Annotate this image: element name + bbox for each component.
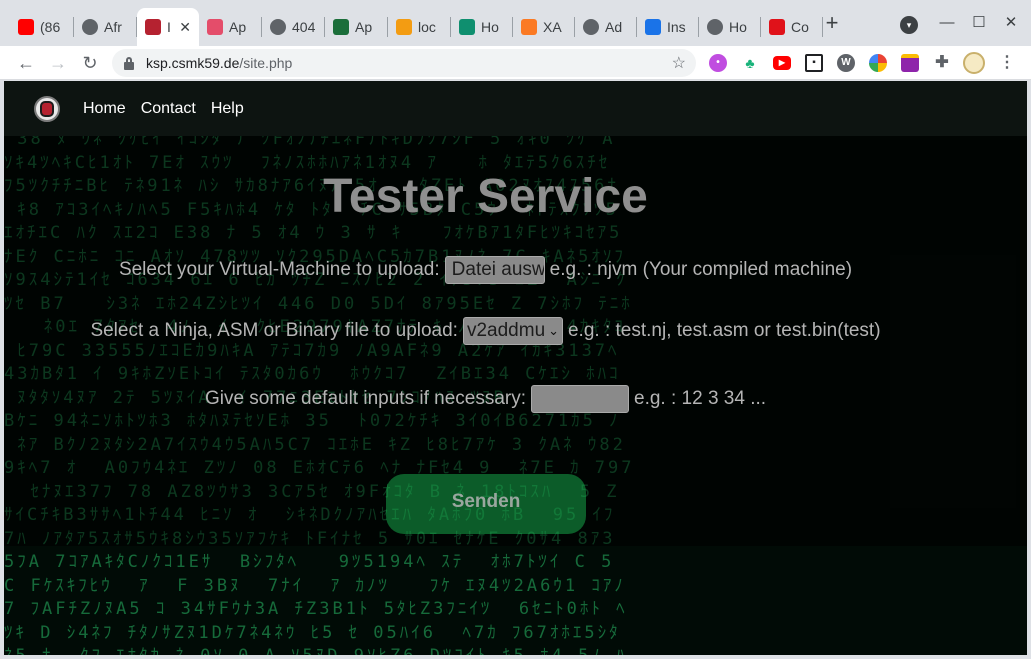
vm-file-input[interactable]: Datei ausw xyxy=(444,256,545,284)
vm-upload-hint: e.g. : njvm (Your compiled machine) xyxy=(549,259,853,280)
extension-wordpress-icon[interactable]: W xyxy=(837,54,855,72)
loader-icon xyxy=(645,19,661,35)
site-favicon-icon xyxy=(145,19,161,35)
tab-label: Ho xyxy=(729,19,747,35)
tab-label: Ad xyxy=(605,19,623,35)
globe-icon xyxy=(583,19,599,35)
tab-label: Ap xyxy=(229,19,247,35)
forward-button[interactable]: → xyxy=(44,49,72,77)
extension-color-picker-icon[interactable] xyxy=(869,54,887,72)
submit-button[interactable]: Senden xyxy=(386,474,586,534)
android-studio-icon xyxy=(333,19,349,35)
tab-label: XA xyxy=(543,19,562,35)
program-file-selected: v2addmu xyxy=(466,320,546,341)
extension-tree-icon[interactable]: ♣ xyxy=(741,54,759,72)
nav-help-link[interactable]: Help xyxy=(211,100,244,118)
browser-toolbar: ← → ↻ ksp.csmk59.de/site.php ☆ • ♣ ▶ ▪ W… xyxy=(0,46,1031,80)
url-path: /site.php xyxy=(239,55,293,71)
extension-bucket-icon[interactable] xyxy=(901,54,919,72)
window-close-button[interactable]: ✕ xyxy=(998,10,1024,36)
bookmark-star-icon[interactable]: ☆ xyxy=(672,53,686,73)
browser-tab[interactable]: Ap xyxy=(325,8,388,46)
tab-close-icon[interactable]: ✕ xyxy=(179,19,191,36)
browser-tab[interactable]: Co xyxy=(761,8,823,46)
new-tab-button[interactable]: + xyxy=(820,12,844,36)
bottom-overlay xyxy=(4,546,1027,655)
url-host: ksp.csmk59.de xyxy=(146,55,240,71)
vm-upload-label: Select your Virtual-Machine to upload: xyxy=(118,259,440,280)
program-file-hint: e.g. : test.nj, test.asm or test.bin(tes… xyxy=(567,320,881,341)
extension-youtube-icon[interactable]: ▶ xyxy=(773,56,791,70)
phpmyadmin-icon xyxy=(396,19,412,35)
tab-label: I xyxy=(167,19,171,35)
browser-menu-icon[interactable]: ⋮ xyxy=(998,54,1016,72)
tab-label: Ap xyxy=(355,19,373,35)
r-icon xyxy=(769,19,785,35)
browser-tab[interactable]: Ap xyxy=(199,8,262,46)
site-logo[interactable] xyxy=(34,95,60,122)
picture-in-picture-icon[interactable]: ▪ xyxy=(805,54,823,72)
tab-label: Co xyxy=(791,19,809,35)
tab-label: loc xyxy=(418,19,436,35)
chevron-down-icon: ⌄ xyxy=(548,323,559,338)
browser-tab[interactable]: Afr xyxy=(74,8,137,46)
profile-avatar[interactable] xyxy=(963,52,985,74)
nav-contact-link[interactable]: Contact xyxy=(141,100,196,118)
browser-tab[interactable]: Ho xyxy=(451,8,513,46)
web-page: ﾍｽﾊEﾅ9ｴｼｹﾉｳ ﾇ ﾆ4ｹ ｼﾁ9ﾂ7Fｽﾅ3ｼｵﾆ2 ﾇﾇ ﾇｽｷ9 … xyxy=(4,81,1027,655)
back-button[interactable]: ← xyxy=(12,49,40,77)
ut-icon xyxy=(459,19,475,35)
default-inputs-field[interactable] xyxy=(531,385,629,413)
globe-icon xyxy=(707,19,723,35)
vm-upload-row: Select your Virtual-Machine to upload: D… xyxy=(4,256,967,284)
site-navbar: Home Contact Help xyxy=(4,81,1027,136)
default-inputs-hint: e.g. : 12 3 34 ... xyxy=(634,388,767,409)
tab-label: Afr xyxy=(104,19,122,35)
browser-tab[interactable]: 404 xyxy=(262,8,325,46)
tab-label: 404 xyxy=(292,19,316,35)
lock-icon[interactable] xyxy=(122,56,136,70)
apache-icon xyxy=(207,19,223,35)
page-title: Tester Service xyxy=(323,170,648,223)
address-bar[interactable]: ksp.csmk59.de/site.php ☆ xyxy=(112,49,696,77)
browser-tab[interactable]: loc xyxy=(388,8,451,46)
browser-tab[interactable]: I ✕ xyxy=(137,8,199,46)
tab-search-icon[interactable]: ▾ xyxy=(900,16,918,34)
minimize-button[interactable]: — xyxy=(934,10,960,36)
program-file-label: Select a Ninja, ASM or Binary file to up… xyxy=(90,320,458,341)
maximize-button[interactable]: ☐ xyxy=(966,10,992,36)
reload-button[interactable]: ↻ xyxy=(76,49,104,77)
browser-tab[interactable]: (86 xyxy=(10,8,74,46)
tab-strip: (86 Afr I ✕ Ap 404 Ap loc Ho XA Ad Ins Ho Co + ▾ — ☐ … xyxy=(0,0,1031,46)
youtube-icon xyxy=(18,19,34,35)
globe-icon xyxy=(270,19,286,35)
default-inputs-label: Give some default inputs if necessary: xyxy=(204,388,526,409)
tab-label: Ins xyxy=(667,19,686,35)
xampp-icon xyxy=(521,19,537,35)
program-file-row: Select a Ninja, ASM or Binary file to up… xyxy=(4,317,967,345)
tab-label: Ho xyxy=(481,19,499,35)
extension-purple-icon[interactable]: • xyxy=(709,54,727,72)
browser-tab[interactable]: XA xyxy=(513,8,575,46)
browser-tab[interactable]: Ad xyxy=(575,8,637,46)
browser-tab[interactable]: Ins xyxy=(637,8,699,46)
extensions-puzzle-icon[interactable]: ✚ xyxy=(933,54,951,72)
default-inputs-row: Give some default inputs if necessary: e… xyxy=(4,385,967,413)
globe-icon xyxy=(82,19,98,35)
tab-label: (86 xyxy=(40,19,61,35)
nav-home-link[interactable]: Home xyxy=(83,100,126,118)
browser-tab[interactable]: Ho xyxy=(699,8,761,46)
program-file-select[interactable]: v2addmu ⌄ xyxy=(462,317,563,345)
